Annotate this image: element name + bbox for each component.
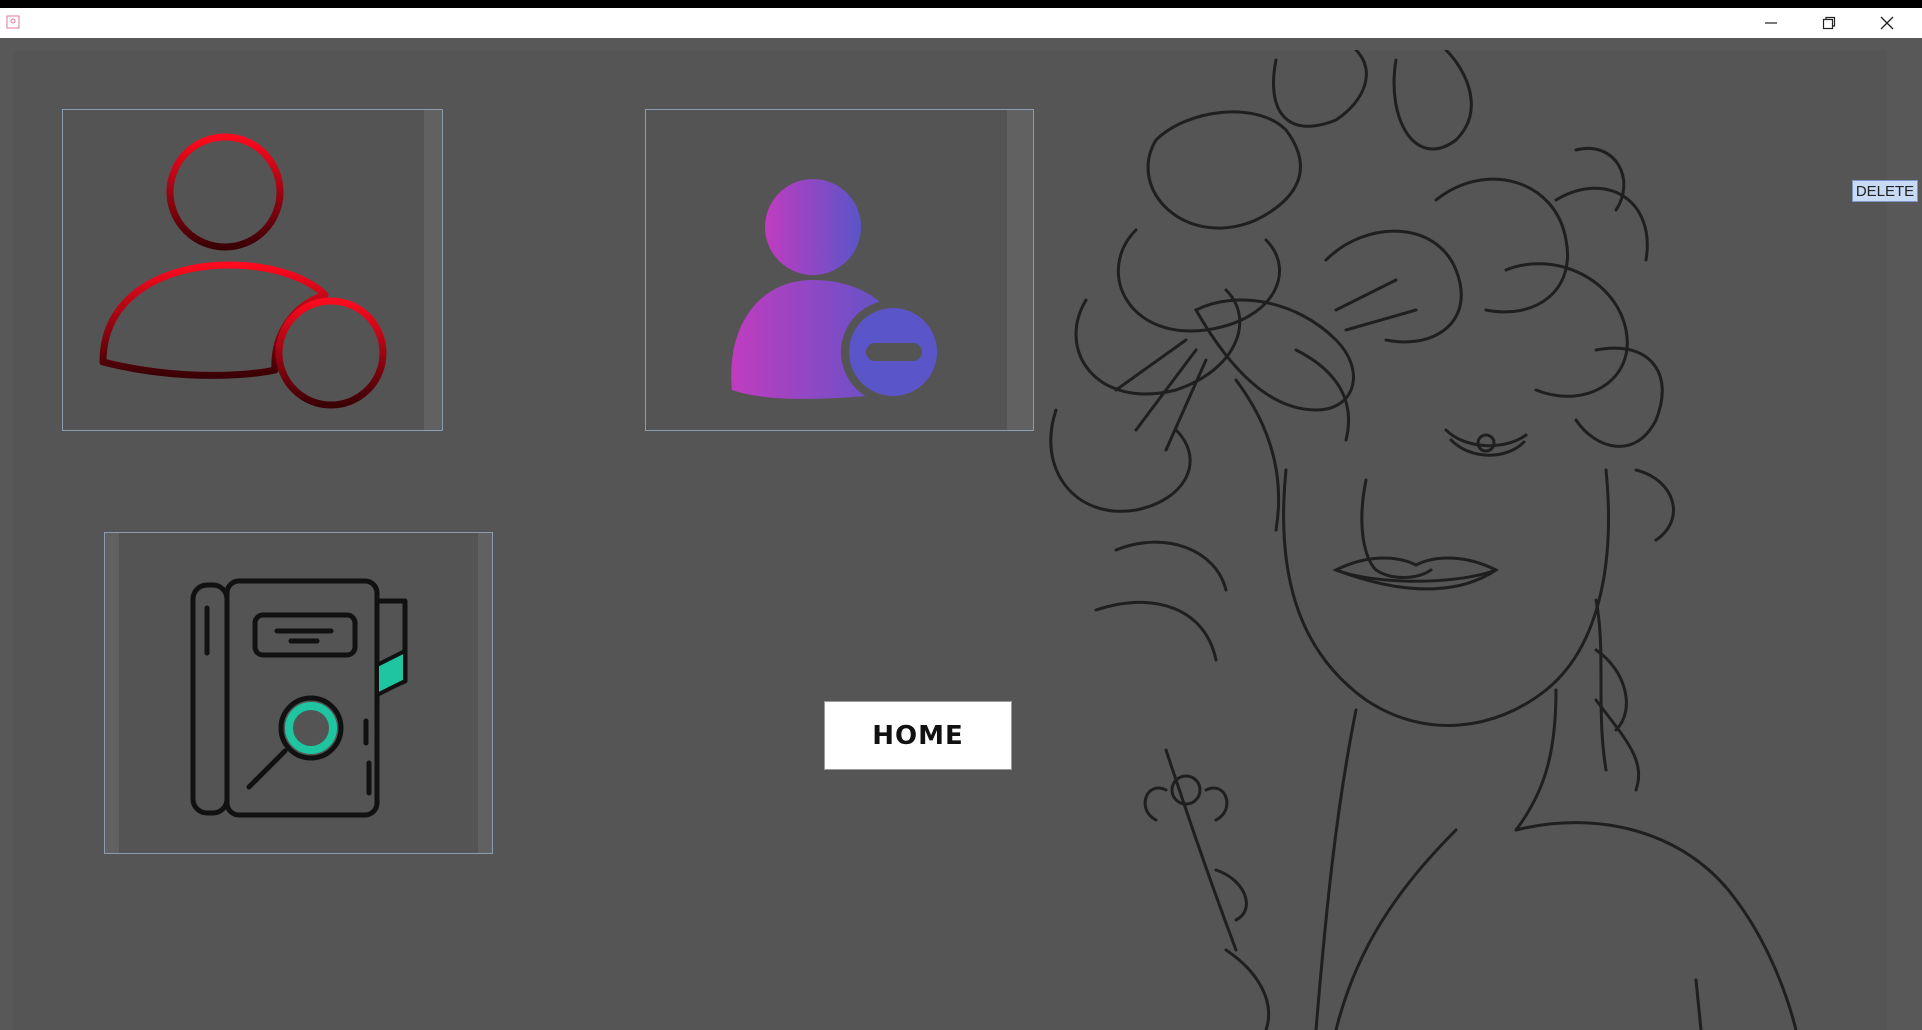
minimize-button[interactable] <box>1742 8 1800 38</box>
search-record-tile[interactable] <box>104 532 493 854</box>
remove-user-tile[interactable] <box>645 109 1034 431</box>
tile-scroll-strip <box>424 110 442 430</box>
close-icon <box>1880 16 1894 30</box>
add-user-tile[interactable] <box>62 109 443 431</box>
restore-icon <box>1822 16 1836 30</box>
home-button[interactable]: HOME <box>824 701 1012 770</box>
add-user-icon <box>99 133 387 409</box>
delete-label: DELETE <box>1852 180 1918 202</box>
woman-flower-line-art <box>1049 50 1798 1030</box>
main-frame: HOME DELETE <box>0 38 1922 1030</box>
maximize-button[interactable] <box>1800 8 1858 38</box>
close-button[interactable] <box>1858 8 1916 38</box>
tile-scroll-strip <box>1007 110 1033 430</box>
tile-scroll-strip <box>478 533 492 853</box>
remove-user-icon <box>731 179 945 404</box>
tile-scroll-strip <box>105 533 119 853</box>
title-bar <box>0 8 1922 38</box>
minimize-icon <box>1765 22 1777 24</box>
search-record-icon <box>190 578 408 818</box>
app-icon <box>6 15 20 29</box>
